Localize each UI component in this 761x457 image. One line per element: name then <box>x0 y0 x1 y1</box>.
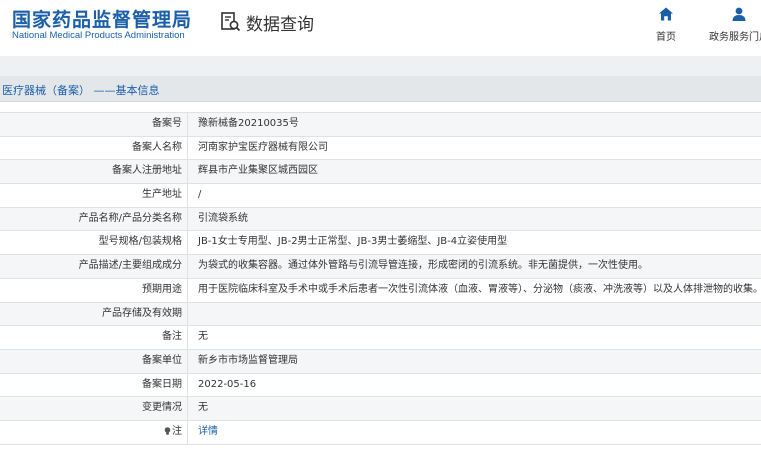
row-value: 豫新械备20210035号 <box>198 118 299 129</box>
record-detail-table: 备案号 豫新械备20210035号 备案人名称 河南家护宝医疗器械有限公司 备案人注… <box>0 112 761 445</box>
lightbulb-icon <box>164 427 171 435</box>
row-label-note: 注 <box>0 420 188 444</box>
breadcrumb-text: 医疗器械（备案） ——基本信息 <box>2 84 160 97</box>
row-label: 生产地址 <box>0 184 188 207</box>
table-row: 产品描述/主要组成成分 为袋式的收集容器。通过体外管路与引流导管连接，形成密闭的引… <box>0 255 761 279</box>
row-label: 备案人名称 <box>0 136 188 160</box>
table-row: 产品名称/产品分类名称 引流袋系统 <box>0 207 761 232</box>
row-value: 2022-05-16 <box>198 378 257 390</box>
row-label: 产品名称/产品分类名称 <box>0 207 188 231</box>
row-label: 备案号 <box>0 113 188 136</box>
data-query-title: 数据查询 <box>220 10 314 35</box>
data-query-label: 数据查询 <box>246 14 314 35</box>
table-row: 变更情况无 <box>0 397 761 421</box>
row-label: 变更情况 <box>0 397 188 420</box>
note-label: 注 <box>172 425 182 437</box>
site-header: 国家药品监督管理局 National Medical Products Admi… <box>0 0 761 56</box>
nav-home[interactable]: 首页 <box>636 6 696 43</box>
site-logo-cn[interactable]: 国家药品监督管理局 <box>12 5 192 32</box>
row-value: 河南家护宝医疗器械有限公司 <box>198 141 328 153</box>
row-label: 备案人注册地址 <box>0 160 188 184</box>
table-row: 备注无 <box>0 326 761 350</box>
row-value: 无 <box>198 402 208 414</box>
row-label: 备注 <box>0 326 188 349</box>
row-value <box>188 303 761 326</box>
row-label: 预期用途 <box>0 278 188 302</box>
row-value: 为袋式的收集容器。通过体外管路与引流导管连接，形成密闭的引流系统。非无菌提供，一… <box>198 260 648 272</box>
row-value: 辉县市产业集聚区城西园区 <box>198 165 318 177</box>
row-value: 无 <box>198 331 208 343</box>
row-value: 引流袋系统 <box>198 212 248 224</box>
site-logo-en[interactable]: National Medical Products Administration <box>12 30 185 41</box>
row-label: 型号规格/包装规格 <box>0 231 188 255</box>
breadcrumb: 医疗器械（备案） ——基本信息 <box>0 76 761 102</box>
row-label: 备案日期 <box>0 373 188 397</box>
home-icon <box>659 7 673 21</box>
table-row: 备案人名称 河南家护宝医疗器械有限公司 <box>0 136 761 161</box>
document-search-icon <box>221 12 241 32</box>
table-row: 备案日期 2022-05-16 <box>0 373 761 398</box>
table-row: 预期用途 用于医院临床科室及手术中或手术后患者一次性引流体液（血液、胃液等）、分泌… <box>0 278 761 303</box>
nav-home-label: 首页 <box>656 32 676 43</box>
nav-service-portal[interactable]: 政务服务门户 <box>704 6 761 43</box>
nav-service-label: 政务服务门户 <box>709 32 761 43</box>
row-value: 新乡市市场监督管理局 <box>198 354 298 366</box>
table-row: 注 详情 <box>0 420 761 445</box>
user-icon <box>732 7 746 21</box>
table-row: 型号规格/包装规格 JB-1女士专用型、JB-2男士正常型、JB-3男士萎缩型、J… <box>0 231 761 256</box>
table-row: 备案号 豫新械备20210035号 <box>0 113 761 137</box>
details-link[interactable]: 详情 <box>188 421 761 444</box>
row-label: 产品存储及有效期 <box>0 302 188 326</box>
row-label: 备案单位 <box>0 349 188 373</box>
table-row: 备案单位 新乡市市场监督管理局 <box>0 349 761 374</box>
row-value: JB-1女士专用型、JB-2男士正常型、JB-3男士萎缩型、JB-4立姿使用型 <box>198 236 508 248</box>
row-value: / <box>198 189 202 201</box>
table-row: 备案人注册地址 辉县市产业集聚区城西园区 <box>0 160 761 185</box>
row-value: 用于医院临床科室及手术中或手术后患者一次性引流体液（血液、胃液等）、分泌物（痰液… <box>198 283 761 295</box>
table-row: 生产地址 / <box>0 184 761 208</box>
row-label: 产品描述/主要组成成分 <box>0 255 188 278</box>
header-divider <box>0 56 761 76</box>
table-row: 产品存储及有效期 <box>0 302 761 327</box>
